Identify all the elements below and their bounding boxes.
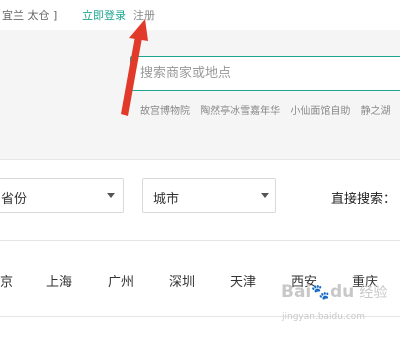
city-link[interactable]: 京 (0, 271, 13, 290)
baidu-watermark: Bai🐾du 经验 (281, 282, 387, 302)
city-switch-text[interactable]: 宜兰 太仓 ] (2, 7, 57, 23)
login-link[interactable]: 立即登录 (82, 7, 126, 23)
top-bar: 宜兰 太仓 ] 立即登录 注册 (0, 0, 400, 30)
watermark-brand-2: du (329, 282, 355, 302)
province-select-label: 省份 (1, 192, 28, 207)
header-area (0, 30, 400, 160)
hot-search-item[interactable]: 静之湖 (361, 106, 391, 117)
hot-search-list: 故宫博物院 陶然亭冰雪嘉年华 小仙面馆自助 静之湖 (140, 102, 398, 117)
hot-search-item[interactable]: 陶然亭冰雪嘉年华 (200, 106, 280, 117)
search-input[interactable] (130, 56, 400, 91)
watermark-url: jingyan.baidu.com (282, 312, 366, 322)
register-link[interactable]: 注册 (133, 7, 155, 23)
city-link[interactable]: 深圳 (169, 271, 195, 290)
watermark-brand: Bai (281, 282, 312, 302)
city-link[interactable]: 广州 (108, 271, 134, 290)
city-select[interactable]: 城市 (142, 178, 276, 213)
chevron-down-icon (261, 193, 269, 198)
hot-search-item[interactable]: 故宫博物院 (140, 106, 190, 117)
direct-search-label: 直接搜索： (331, 192, 397, 207)
city-select-label: 城市 (153, 192, 180, 207)
hot-search-item[interactable]: 小仙面馆自助 (290, 106, 350, 117)
paw-icon: 🐾 (311, 283, 330, 301)
city-link[interactable]: 上海 (46, 271, 72, 290)
chevron-down-icon (107, 193, 115, 198)
province-select[interactable]: 省份 (0, 178, 124, 213)
watermark-word: 经验 (359, 285, 388, 301)
city-link[interactable]: 天津 (230, 271, 256, 290)
